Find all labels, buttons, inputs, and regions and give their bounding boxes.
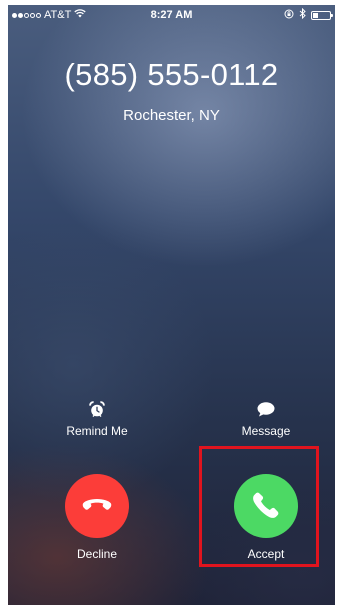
- battery-icon: [311, 10, 333, 20]
- status-right: [284, 7, 333, 22]
- bluetooth-icon: [299, 7, 306, 22]
- message-button[interactable]: Message: [211, 400, 321, 438]
- remind-me-button[interactable]: Remind Me: [42, 400, 152, 438]
- phone-icon: [252, 491, 280, 522]
- status-bar: AT&T 8:27 AM: [8, 5, 335, 25]
- decline-button[interactable]: [65, 474, 129, 538]
- incoming-call-screen: AT&T 8:27 AM (585) 555-0112 Rochester, N…: [8, 5, 335, 605]
- message-label: Message: [241, 424, 291, 438]
- decline-label: Decline: [76, 547, 118, 561]
- decline-action: Decline: [42, 474, 152, 561]
- phone-hangup-icon: [82, 498, 112, 515]
- orientation-lock-icon: [284, 9, 294, 22]
- alarm-clock-icon: [42, 400, 152, 418]
- remind-me-label: Remind Me: [66, 424, 128, 438]
- caller-phone-number: (585) 555-0112: [64, 57, 279, 92]
- speech-bubble-icon: [211, 400, 321, 418]
- caller-location: Rochester, NY: [123, 107, 220, 124]
- accept-label: Accept: [247, 547, 285, 561]
- accept-action: Accept: [211, 474, 321, 561]
- accept-button[interactable]: [234, 474, 298, 538]
